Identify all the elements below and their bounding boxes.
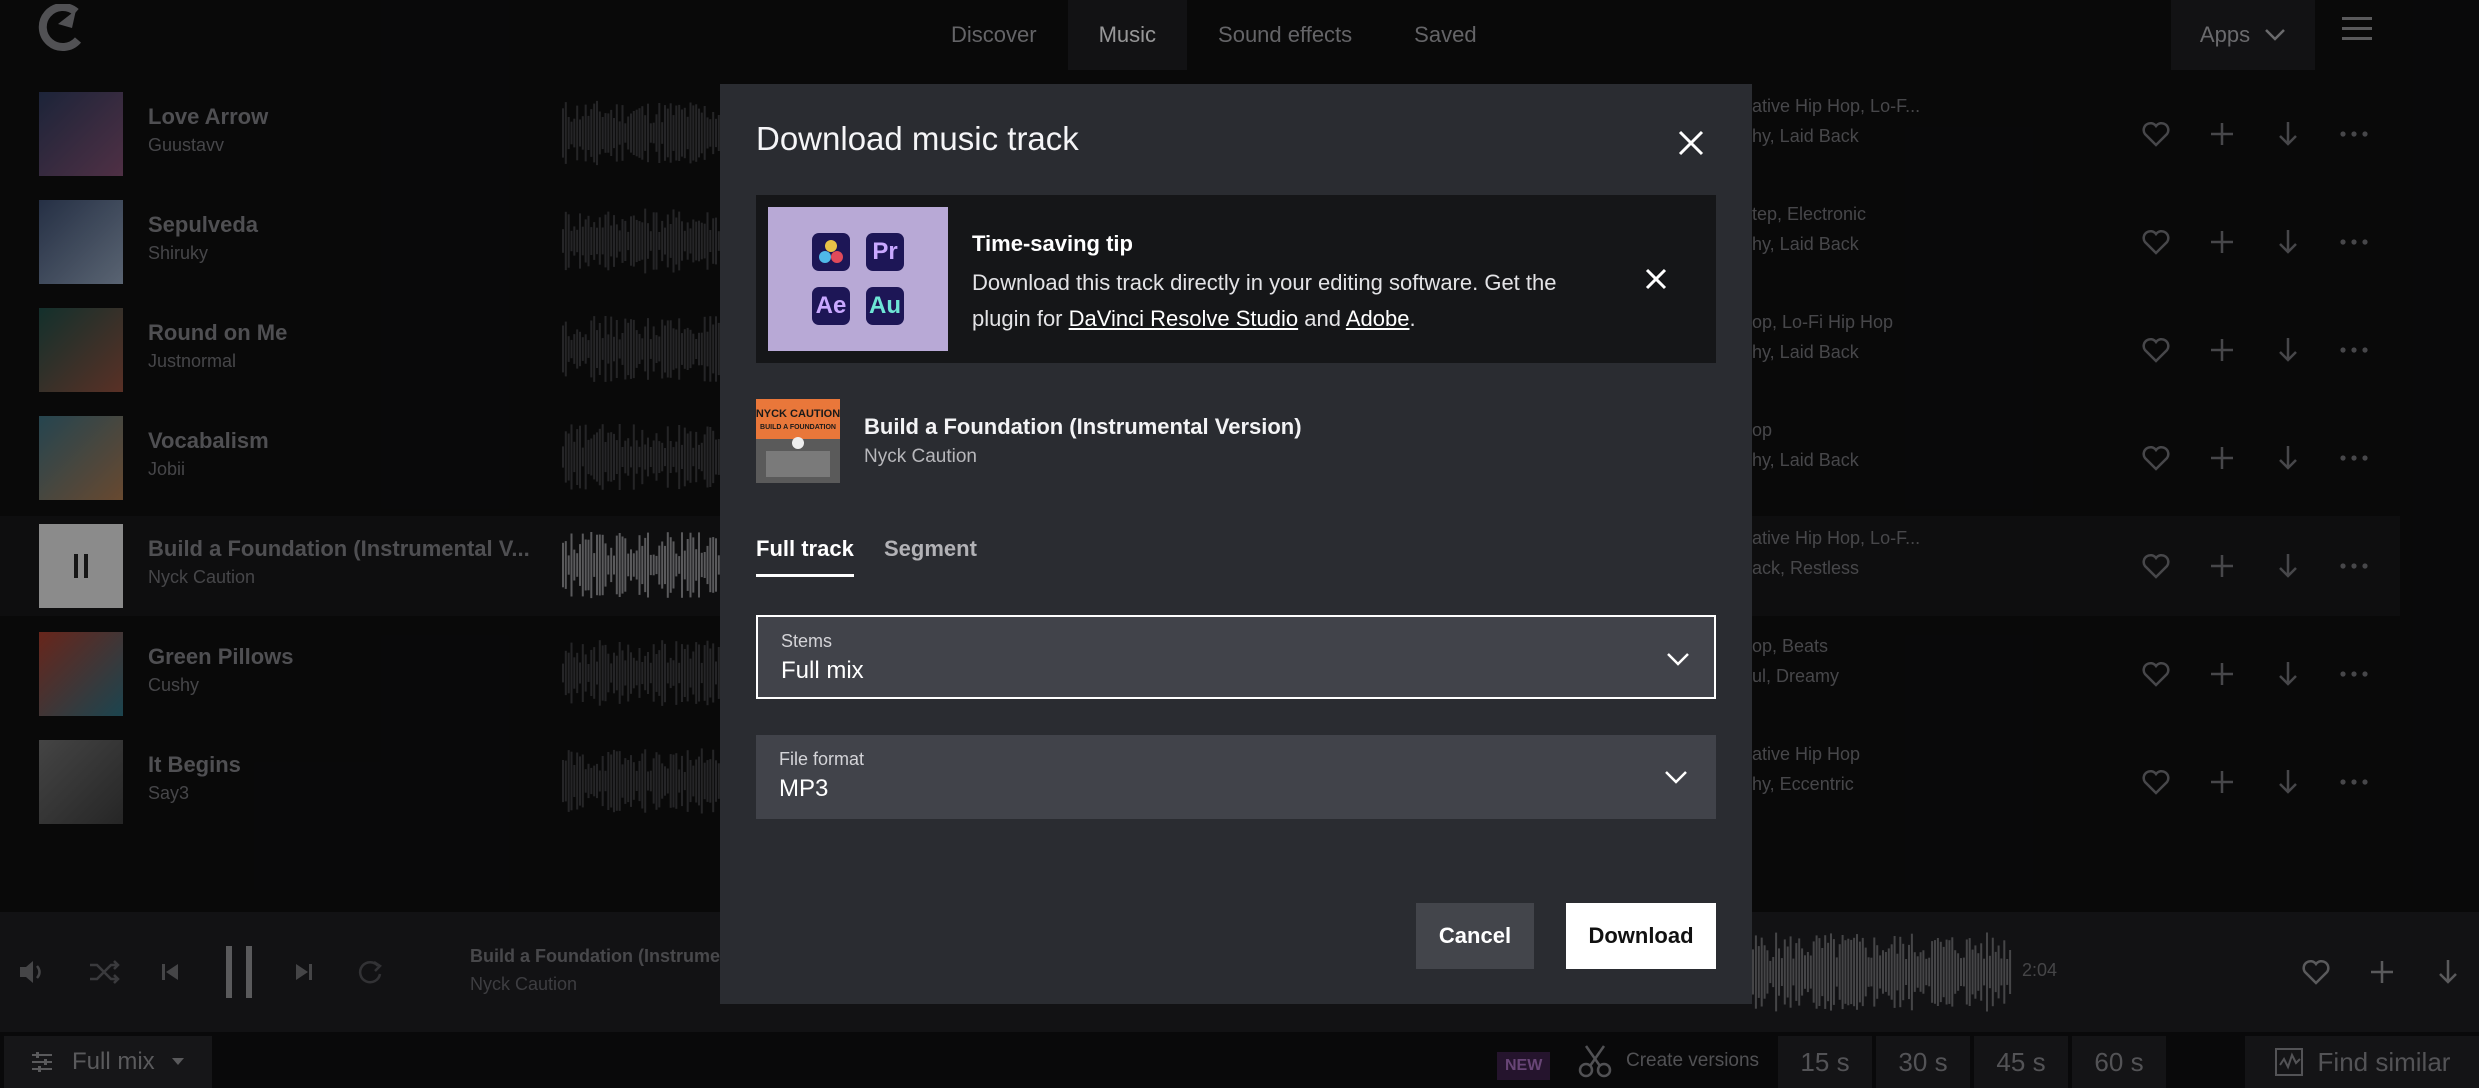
modal-title: Download music track	[756, 120, 1079, 157]
modal-track-artist: Nyck Caution	[864, 446, 977, 467]
file-format-select[interactable]: File format MP3	[756, 735, 1716, 819]
plugin-apps-illustration: Pr Ae Au	[768, 207, 948, 351]
stems-select[interactable]: Stems Full mix	[756, 615, 1716, 699]
modal-track-cover: NYCK CAUTION BUILD A FOUNDATION	[756, 399, 840, 483]
davinci-resolve-link[interactable]: DaVinci Resolve Studio	[1069, 306, 1299, 331]
tip-body-period: .	[1409, 306, 1416, 331]
tip-body-and: and	[1298, 306, 1346, 331]
time-saving-tip: Pr Ae Au Time-saving tip Download this t…	[756, 195, 1716, 363]
chevron-down-icon	[1665, 771, 1687, 784]
cancel-button[interactable]: Cancel	[1416, 903, 1534, 969]
close-icon[interactable]	[1670, 122, 1712, 164]
premiere-pro-icon: Pr	[866, 233, 904, 271]
download-button[interactable]: Download	[1566, 903, 1716, 969]
chevron-down-icon	[1667, 653, 1689, 666]
audition-icon: Au	[866, 287, 904, 325]
cover-artist-text: NYCK CAUTION	[756, 408, 840, 420]
tab-full-track[interactable]: Full track	[756, 536, 854, 577]
adobe-link[interactable]: Adobe	[1346, 306, 1410, 331]
cover-title-text: BUILD A FOUNDATION	[760, 424, 836, 431]
modal-track-title: Build a Foundation (Instrumental Version…	[864, 414, 1302, 439]
stems-value: Full mix	[781, 657, 864, 684]
tip-title: Time-saving tip	[972, 231, 1133, 256]
file-format-value: MP3	[779, 775, 829, 802]
after-effects-icon: Ae	[812, 287, 850, 325]
stems-label: Stems	[781, 631, 833, 651]
download-modal: Download music track Pr Ae Au Time-savin…	[720, 84, 1752, 1004]
davinci-resolve-icon	[812, 233, 850, 271]
tip-body: Download this track directly in your edi…	[972, 265, 1612, 337]
tab-segment[interactable]: Segment	[884, 536, 977, 574]
dismiss-tip-icon[interactable]	[1636, 259, 1676, 299]
file-format-label: File format	[779, 749, 865, 769]
